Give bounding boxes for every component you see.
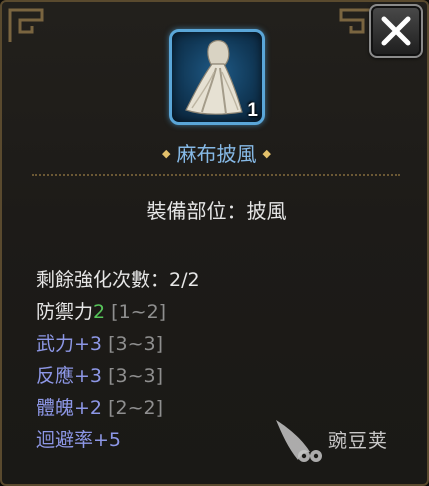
stat-force-range: [3~3] <box>108 333 163 355</box>
stat-force: 武力+3 [3~3] <box>36 328 396 360</box>
item-name: 麻布披風 <box>176 142 257 166</box>
watermark-text: 豌豆荚 <box>328 430 389 452</box>
stat-defense-value: 2 <box>93 301 106 323</box>
stat-reaction-range: [3~3] <box>108 365 163 387</box>
stat-defense-range: [1~2] <box>111 301 167 323</box>
stat-physique-label: 體魄+2 <box>36 397 103 419</box>
fret-ornament-icon <box>8 8 44 42</box>
close-icon <box>381 16 411 46</box>
wandoujia-logo-icon <box>276 420 322 462</box>
item-count: 1 <box>247 100 258 121</box>
close-button[interactable] <box>369 4 423 58</box>
stat-defense: 防禦力2 [1~2] <box>36 296 396 328</box>
item-name-row: ◆ 麻布披風 ◆ <box>2 138 427 167</box>
stat-reaction-label: 反應+3 <box>36 365 103 387</box>
equip-slot-line: 裝備部位：披風 <box>146 199 287 223</box>
stat-evasion-label: 迴避率+5 <box>36 429 122 451</box>
diamond-icon: ◆ <box>262 147 271 160</box>
stat-force-label: 武力+3 <box>36 333 103 355</box>
item-tooltip-panel: 1 ◆ 麻布披風 ◆ 裝備部位：披風 剩餘強化次數：2/2 防禦力2 [1~2] 武… <box>0 0 429 486</box>
upgrade-remaining: 剩餘強化次數：2/2 <box>36 269 200 291</box>
stat-physique-range: [2~2] <box>108 397 163 419</box>
watermark: 豌豆荚 <box>270 412 420 468</box>
stat-reaction: 反應+3 [3~3] <box>36 360 396 392</box>
stat-defense-label: 防禦力 <box>36 301 94 323</box>
diamond-icon: ◆ <box>162 147 171 160</box>
divider <box>32 174 400 176</box>
item-icon-slot[interactable]: 1 <box>169 29 265 125</box>
